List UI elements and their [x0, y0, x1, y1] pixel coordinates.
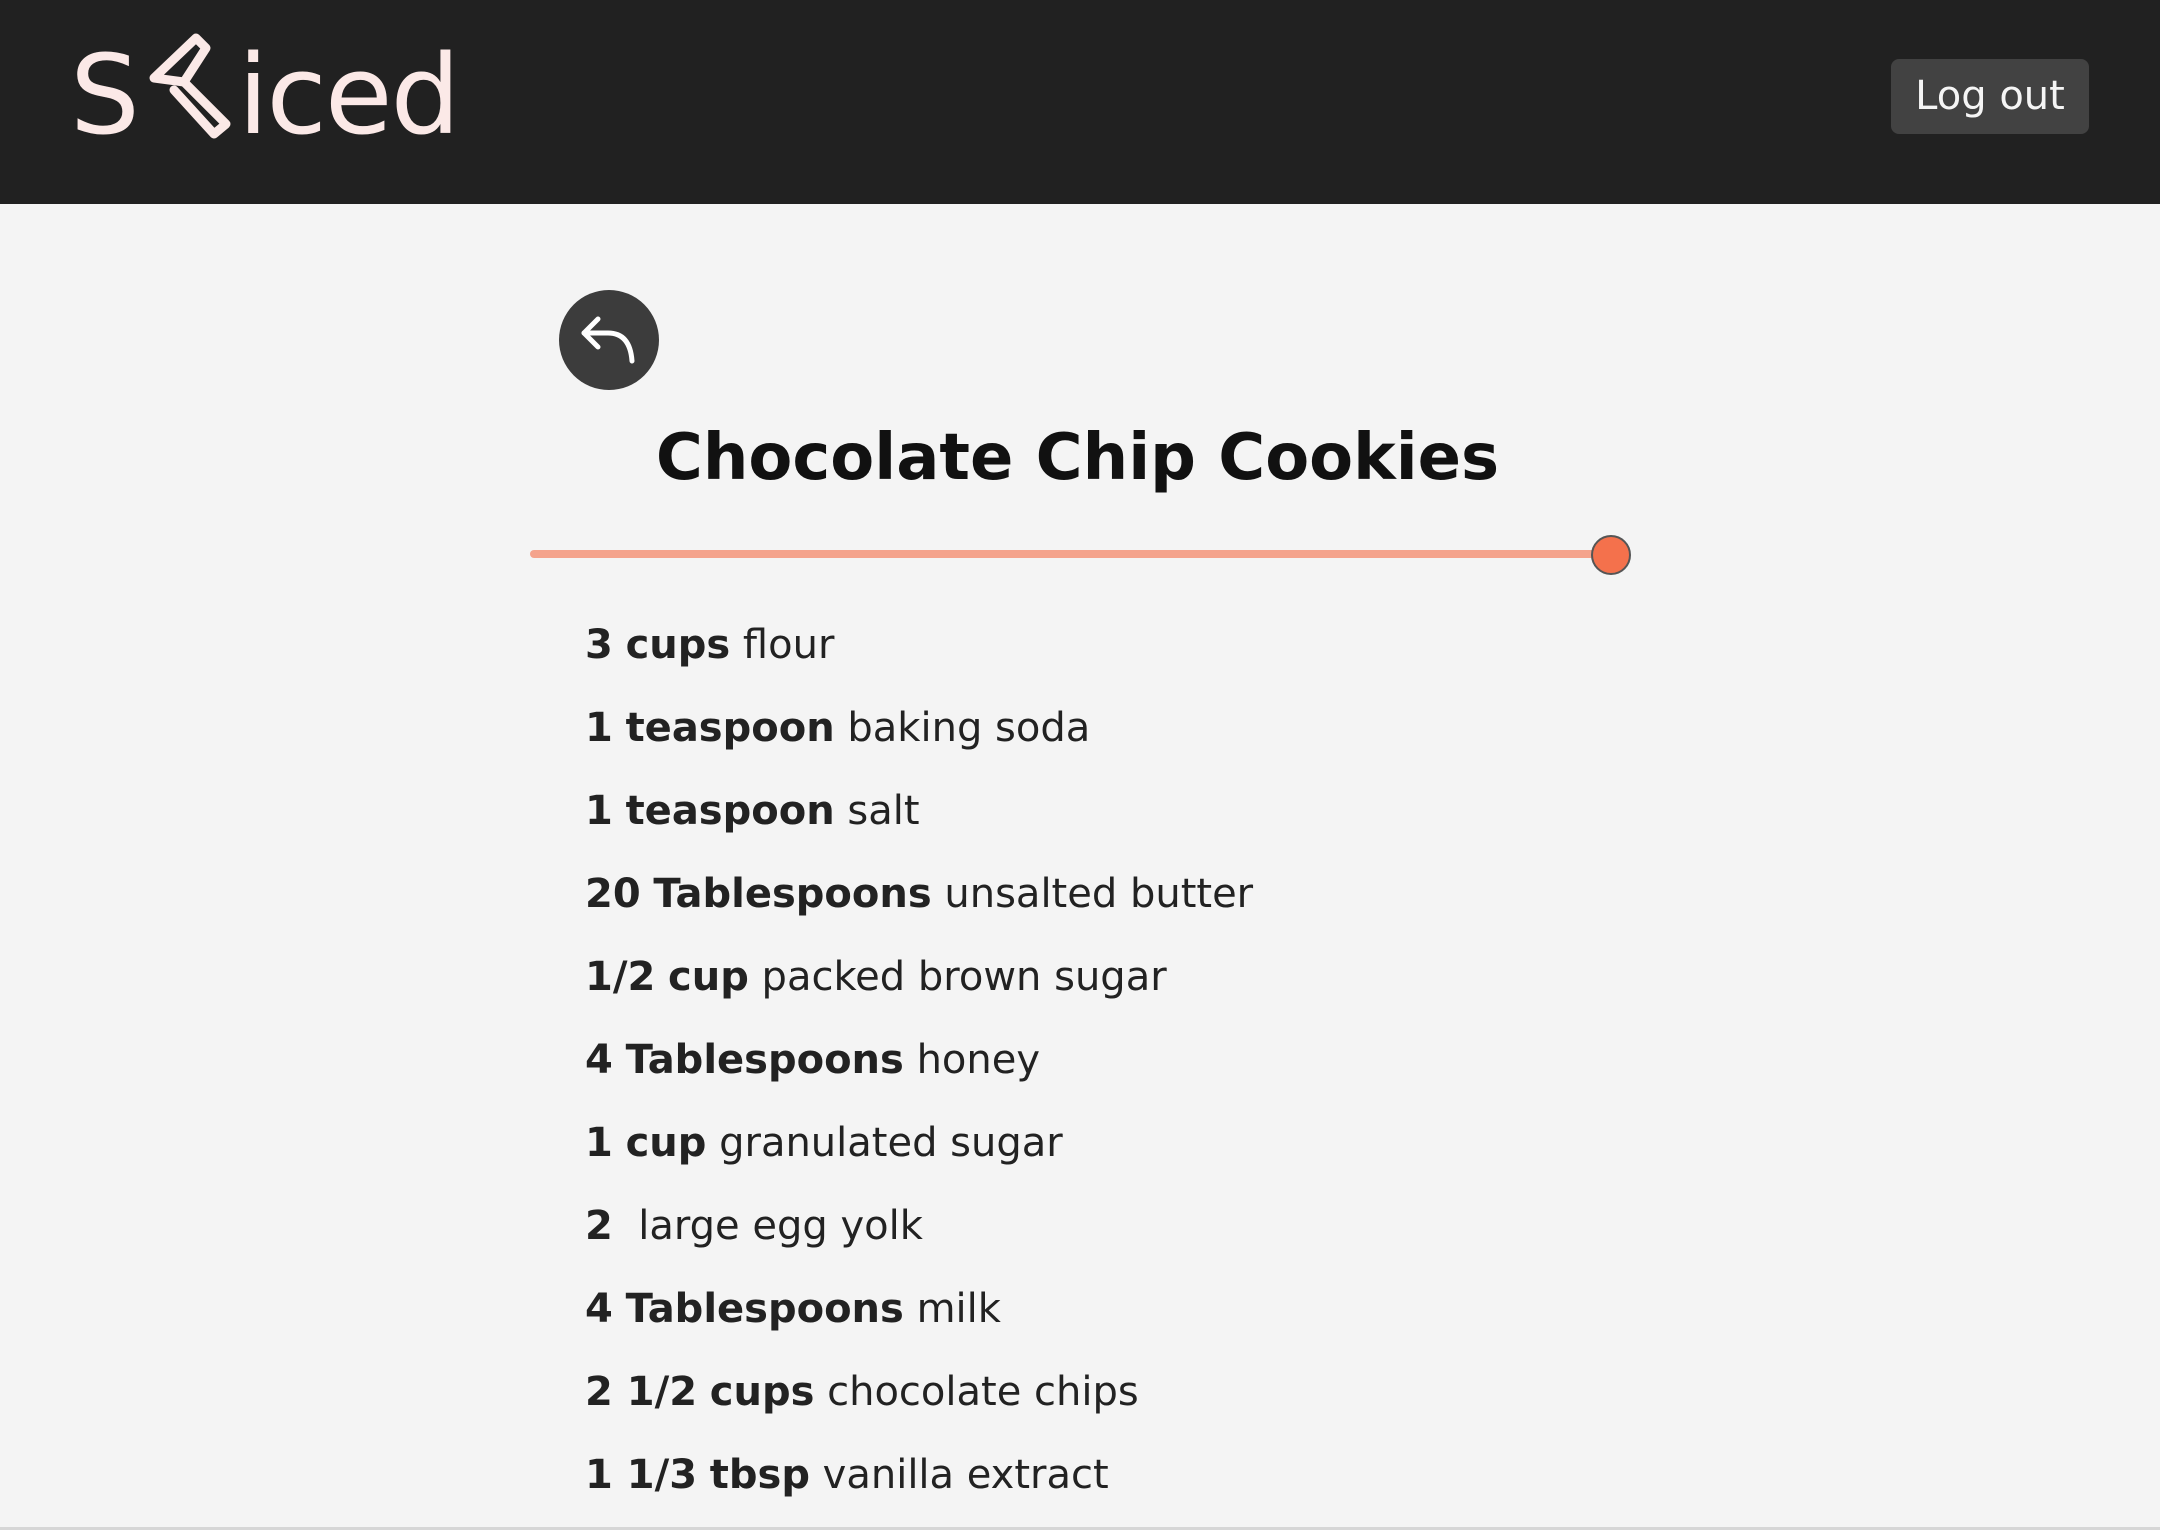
- ingredient-unit: cup: [625, 1120, 707, 1166]
- ingredient-quantity: 1/2: [585, 954, 656, 1000]
- ingredient-unit: cups: [709, 1369, 815, 1415]
- ingredient-name: salt: [847, 788, 920, 834]
- ingredient-name: packed brown sugar: [761, 954, 1167, 1000]
- ingredient-name: baking soda: [847, 705, 1091, 751]
- ingredient-name: milk: [916, 1286, 1001, 1332]
- ingredient-item: 1 teaspoon baking soda: [585, 693, 1253, 776]
- ingredient-name: flour: [742, 622, 835, 668]
- ingredient-unit: cups: [625, 622, 731, 668]
- logo-letter-s: S: [70, 31, 140, 159]
- ingredient-quantity: 4: [585, 1037, 613, 1083]
- ingredient-quantity: 1: [585, 788, 613, 834]
- ingredient-unit: Tablespoons: [625, 1037, 904, 1083]
- ingredient-quantity: 1: [585, 1120, 613, 1166]
- ingredient-quantity: 1 1/3: [585, 1452, 698, 1498]
- ingredient-item: 1 teaspoon salt: [585, 776, 1253, 859]
- ingredient-quantity: 20: [585, 871, 641, 917]
- ingredient-list: 3 cups flour 1 teaspoon baking soda 1 teas…: [585, 610, 1253, 1523]
- ingredient-unit: teaspoon: [625, 705, 835, 751]
- top-bar: S iced Log out: [0, 0, 2160, 204]
- logo-letters-iced: iced: [237, 31, 461, 159]
- ingredient-item: 1/2 cup packed brown sugar: [585, 942, 1253, 1025]
- ingredient-item: 1 cup granulated sugar: [585, 1108, 1253, 1191]
- ingredient-item: 4 Tablespoons milk: [585, 1274, 1253, 1357]
- ingredient-name: unsalted butter: [944, 871, 1254, 917]
- knife-icon: [149, 33, 231, 139]
- ingredient-unit: cup: [668, 954, 749, 1000]
- reply-arrow-icon: [581, 316, 635, 364]
- slider-thumb[interactable]: [1591, 535, 1631, 575]
- ingredient-name: honey: [916, 1037, 1041, 1083]
- ingredient-name: vanilla extract: [822, 1452, 1109, 1498]
- ingredient-quantity: 2: [585, 1203, 613, 1249]
- ingredient-unit: tbsp: [709, 1452, 810, 1498]
- ingredient-quantity: 1: [585, 705, 613, 751]
- serving-scale-slider[interactable]: [530, 535, 1631, 575]
- ingredient-item: 2 large egg yolk: [585, 1191, 1253, 1274]
- ingredient-item: 4 Tablespoons honey: [585, 1025, 1253, 1108]
- ingredient-name: granulated sugar: [719, 1120, 1063, 1166]
- ingredient-unit: Tablespoons: [653, 871, 932, 917]
- ingredient-item: 2 1/2 cups chocolate chips: [585, 1357, 1253, 1440]
- ingredient-name: chocolate chips: [827, 1369, 1139, 1415]
- ingredient-item: 3 cups flour: [585, 610, 1253, 693]
- ingredient-unit: teaspoon: [625, 788, 835, 834]
- back-button[interactable]: [559, 290, 659, 390]
- ingredient-quantity: 4: [585, 1286, 613, 1332]
- ingredient-unit: Tablespoons: [625, 1286, 904, 1332]
- ingredient-name: large egg yolk: [638, 1203, 923, 1249]
- ingredient-item: 1 1/3 tbsp vanilla extract: [585, 1440, 1253, 1523]
- recipe-title: Chocolate Chip Cookies: [655, 421, 1500, 495]
- sliced-logo[interactable]: S iced: [70, 30, 461, 159]
- logout-button[interactable]: Log out: [1891, 59, 2089, 134]
- ingredient-quantity: 2 1/2: [585, 1369, 698, 1415]
- slider-track[interactable]: [530, 550, 1611, 558]
- ingredient-item: 20 Tablespoons unsalted butter: [585, 859, 1253, 942]
- ingredient-quantity: 3: [585, 622, 613, 668]
